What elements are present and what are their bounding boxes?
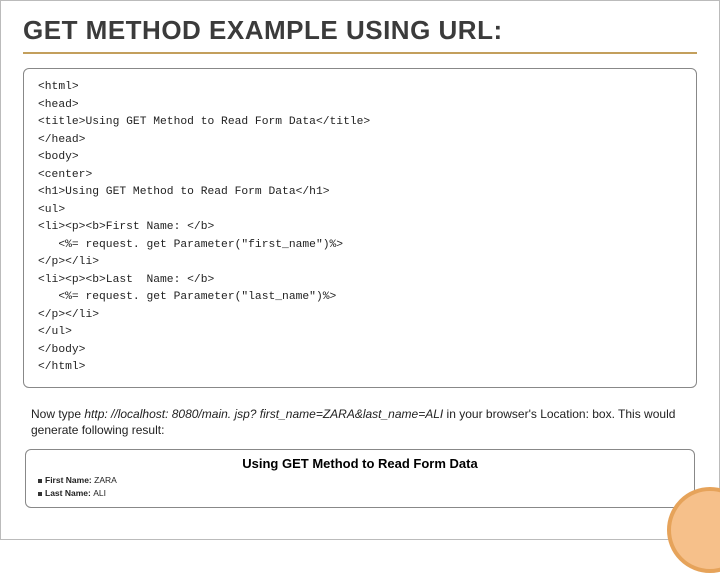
instruction-url: http: //localhost: 8080/main. jsp? first… — [84, 407, 443, 421]
first-name-label: First Name: — [45, 475, 94, 485]
last-name-label: Last Name: — [45, 488, 93, 498]
instruction-text: Now type http: //localhost: 8080/main. j… — [31, 406, 689, 440]
page-title: GET METHOD EXAMPLE USING URL: — [23, 15, 697, 54]
result-line-last: Last Name: ALI — [38, 488, 682, 498]
slide: GET METHOD EXAMPLE USING URL: <html> <he… — [0, 0, 720, 540]
result-line-first: First Name: ZARA — [38, 475, 682, 485]
bullet-icon — [38, 479, 42, 483]
result-box: Using GET Method to Read Form Data First… — [25, 449, 695, 508]
last-name-value: ALI — [93, 488, 106, 498]
first-name-value: ZARA — [94, 475, 117, 485]
result-heading: Using GET Method to Read Form Data — [38, 456, 682, 471]
instruction-pre: Now type — [31, 407, 84, 421]
code-block: <html> <head> <title>Using GET Method to… — [23, 68, 697, 388]
bullet-icon — [38, 492, 42, 496]
